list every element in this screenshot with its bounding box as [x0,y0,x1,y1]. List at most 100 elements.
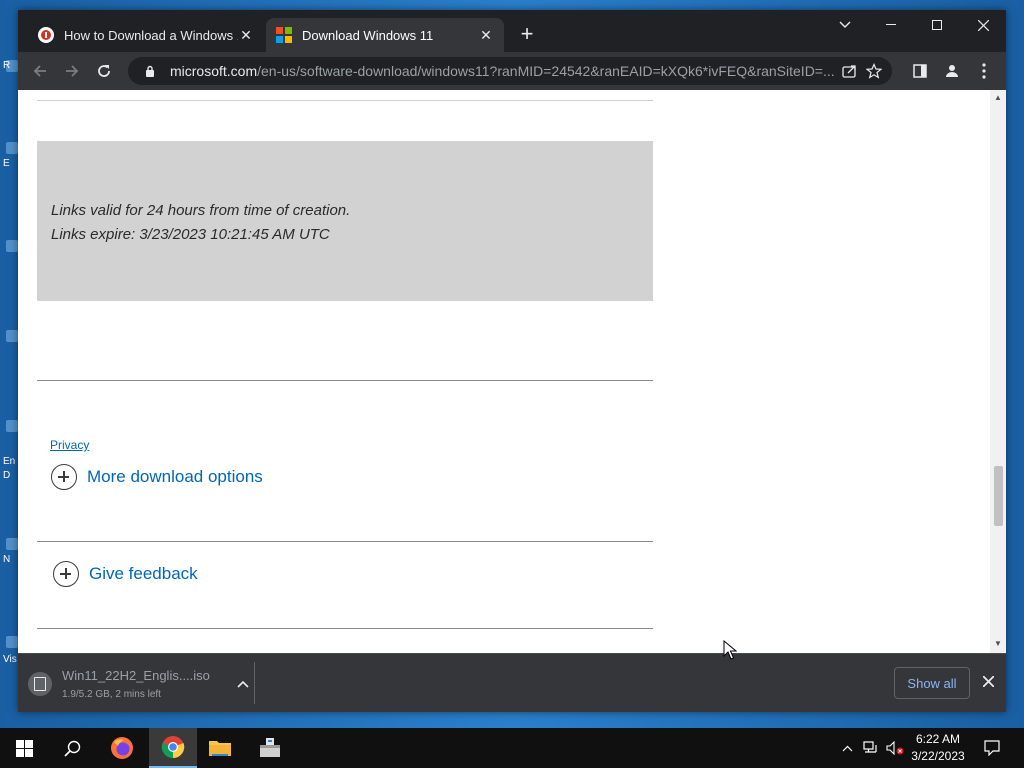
divider [37,380,653,381]
show-hidden-icons-button[interactable] [838,728,856,768]
divider [37,628,653,629]
url-domain: microsoft.com [170,63,258,79]
file-explorer-taskbar-button[interactable] [196,728,244,768]
browser-toolbar: microsoft.com/en-us/software-download/wi… [18,52,1006,90]
desktop-label: Vis [3,654,17,665]
folder-icon [209,741,231,756]
desktop-icon[interactable] [6,636,18,648]
network-tray-button[interactable] [860,728,882,768]
forward-button[interactable] [60,59,84,83]
tab-how-to-download[interactable]: How to Download a Windows 11 ✕ [28,18,264,52]
start-button[interactable] [0,728,48,768]
mouse-cursor-icon [723,640,737,660]
url-path: /en-us/software-download/windows11?ranMI… [257,63,835,79]
give-feedback-expander[interactable]: Give feedback [53,561,198,587]
network-icon [863,741,877,753]
download-filename: Win11_22H2_Englis....iso [62,668,210,683]
system-clock[interactable]: 6:22 AM 3/22/2023 [904,731,972,765]
maximize-button[interactable] [914,10,960,40]
show-all-button[interactable]: Show all [894,667,970,699]
address-bar[interactable]: microsoft.com/en-us/software-download/wi… [128,57,892,85]
divider [37,100,653,101]
scroll-up-arrow-icon[interactable]: ▲ [994,94,1002,102]
arrow-left-icon [33,65,46,77]
download-separator [254,662,255,704]
taskbar: 6:22 AM 3/22/2023 [0,728,1024,768]
info-favicon-icon [38,27,54,43]
kebab-menu-icon [982,63,986,79]
tab-title: How to Download a Windows 11 [64,27,238,43]
validity-text: Links valid for 24 hours from time of cr… [51,202,351,219]
action-center-button[interactable] [980,728,1004,768]
tab-download-windows-11[interactable]: Download Windows 11 ✕ [266,18,504,52]
download-item[interactable]: Win11_22H2_Englis....iso 1.9/5.2 GB, 2 m… [28,664,254,704]
expiry-text: Links expire: 3/23/2023 10:21:45 AM UTC [51,226,330,243]
more-download-options-expander[interactable]: More download options [51,464,263,490]
close-download-bar-button[interactable] [978,671,998,691]
desktop-label: R [3,60,11,71]
close-tab-icon[interactable]: ✕ [478,27,494,43]
chevron-down-icon [839,21,851,28]
share-icon[interactable] [838,59,862,83]
desktop-icon[interactable] [6,240,18,252]
desktop-label: D [3,470,11,481]
close-window-button[interactable] [960,10,1006,40]
plus-circle-icon [51,464,77,490]
firefox-taskbar-button[interactable] [98,728,146,768]
clock-date: 3/22/2023 [911,749,965,763]
link-validity-box: Links valid for 24 hours from time of cr… [37,141,653,301]
download-bar: Win11_22H2_Englis....iso 1.9/5.2 GB, 2 m… [18,653,1006,712]
close-icon [977,19,989,31]
chrome-icon [161,736,185,759]
reload-button[interactable] [92,59,116,83]
minimize-button[interactable] [868,10,914,40]
installer-taskbar-button[interactable] [246,728,294,768]
scroll-down-arrow-icon[interactable]: ▼ [994,640,1002,648]
firefox-icon [111,737,133,759]
close-icon [982,675,994,687]
desktop-label: En [3,456,16,467]
expander-label: More download options [87,467,263,486]
tab-search-button[interactable] [822,10,868,40]
new-tab-button[interactable]: + [516,23,538,46]
profile-button[interactable] [940,59,964,83]
minimize-icon [886,24,896,25]
notification-icon [984,740,1000,756]
arrow-right-icon [66,65,79,77]
desktop-icon[interactable] [6,420,18,432]
tab-title: Download Windows 11 [302,27,434,43]
chevron-up-icon[interactable] [232,673,254,695]
vertical-scrollbar[interactable]: ▲ ▼ [990,90,1006,653]
search-icon [63,740,80,757]
desktop-icon[interactable] [6,538,18,550]
lock-icon[interactable] [138,59,162,83]
windows-logo-icon [15,739,33,757]
privacy-link[interactable]: Privacy [50,438,89,452]
chevron-up-icon [842,745,852,751]
divider [37,541,653,542]
installer-icon [260,738,280,757]
side-panel-icon [913,64,927,78]
desktop-label: E [3,158,10,169]
url-text[interactable]: microsoft.com/en-us/software-download/wi… [170,63,838,79]
desktop-icon[interactable] [6,330,18,342]
chrome-taskbar-button[interactable] [149,728,197,768]
tab-strip: How to Download a Windows 11 ✕ Download … [18,10,1006,52]
download-status: 1.9/5.2 GB, 2 mins left [62,689,161,700]
back-button[interactable] [28,59,52,83]
plus-circle-icon [53,561,79,587]
search-button[interactable] [48,728,96,768]
desktop-label: N [3,554,11,565]
bookmark-star-icon[interactable] [862,59,886,83]
desktop-icon[interactable] [6,142,18,154]
volume-tray-button[interactable] [884,728,906,768]
microsoft-favicon-icon [276,27,292,43]
volume-muted-icon [886,741,904,755]
side-panel-button[interactable] [908,59,932,83]
page-viewport: Links valid for 24 hours from time of cr… [18,90,1006,653]
menu-button[interactable] [972,59,996,83]
reload-icon [98,65,110,77]
profile-icon [946,65,958,77]
scrollbar-thumb[interactable] [994,466,1003,526]
close-tab-icon[interactable]: ✕ [238,27,254,43]
